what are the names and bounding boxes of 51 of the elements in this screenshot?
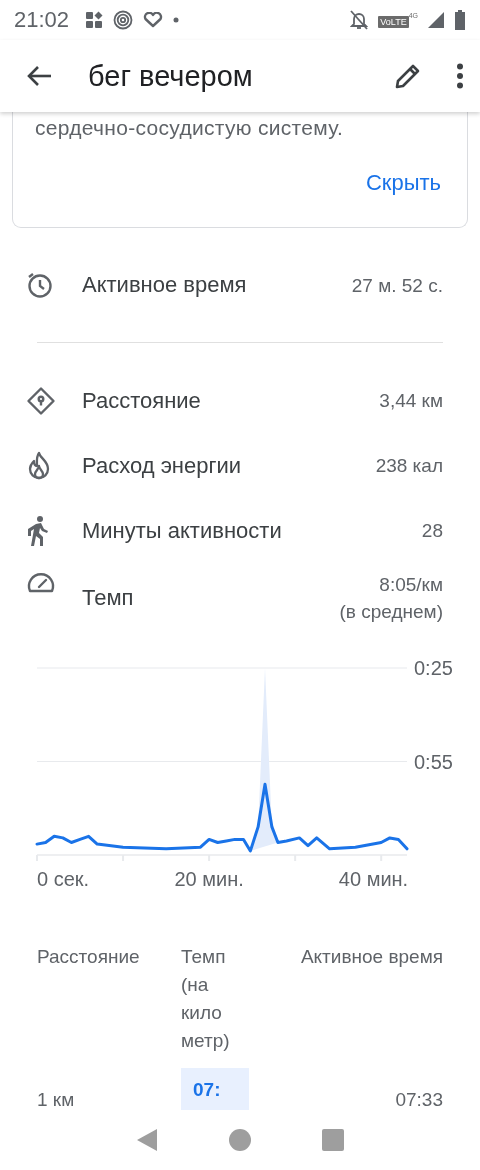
table-cell-text: 07:33: [394, 1088, 443, 1110]
target-icon: [113, 10, 134, 30]
x-axis-label: 20 мин.: [174, 868, 244, 890]
back-nav-button[interactable]: [135, 1128, 158, 1152]
x-axis-label: 0 сек.: [37, 868, 90, 890]
stat-label: Расход энергии: [82, 452, 243, 479]
volte-indicator: VoLTE: [378, 16, 409, 28]
more-vertical-icon: [456, 63, 464, 89]
stat-label: Активное время: [82, 272, 248, 298]
recents-button[interactable]: [322, 1129, 345, 1151]
stat-label: Минуты активности: [82, 517, 283, 544]
timer-icon: [26, 271, 54, 299]
apps-icon: [85, 11, 104, 29]
bell-off-icon: [350, 10, 369, 30]
stat-value: 3,44 км: [379, 389, 443, 413]
more-options-button[interactable]: [456, 63, 464, 89]
hide-link[interactable]: Скрыть: [365, 170, 441, 196]
location-diamond-icon: [26, 385, 56, 416]
column-header: Расстояние: [37, 945, 141, 969]
pace-cell: 07:: [181, 1068, 249, 1110]
pencil-icon: [394, 62, 422, 90]
heart-icon: [143, 12, 164, 28]
stat-value: 238 кал: [375, 454, 443, 478]
edit-button[interactable]: [394, 62, 422, 90]
stat-value: 28: [421, 519, 443, 543]
stat-value: 27 м. 52 с.: [351, 273, 443, 298]
battery-icon: [454, 10, 466, 30]
dot-icon: [173, 17, 180, 23]
table-cell-text: 1 км: [37, 1088, 76, 1110]
home-button[interactable]: [229, 1129, 251, 1151]
column-header: Темп (на километр): [181, 945, 231, 1053]
stat-value: 8:05/км: [379, 573, 443, 597]
back-button[interactable]: [26, 65, 52, 87]
flame-icon: [26, 450, 52, 481]
stat-label: Расстояние: [82, 387, 202, 414]
speedometer-icon: [26, 571, 56, 595]
info-text: сердечно-сосудистую систему.: [35, 116, 345, 140]
column-header: Активное время: [299, 945, 443, 969]
recents-square-icon: [322, 1129, 345, 1151]
stat-label: Темп: [82, 585, 135, 611]
walking-figure-icon: [26, 514, 50, 547]
back-arrow-icon: [26, 65, 52, 87]
status-time: 21:02: [14, 7, 70, 33]
activity-title: бег вечером: [88, 59, 254, 93]
stat-note: (в среднем): [339, 600, 443, 624]
back-triangle-icon: [135, 1128, 158, 1152]
y-axis-label: 0:55: [414, 750, 453, 773]
signal-icon: [428, 12, 444, 28]
y-axis-label: 0:25: [414, 657, 453, 679]
x-axis-label: 40 мин.: [338, 868, 409, 890]
home-circle-icon: [229, 1129, 251, 1151]
